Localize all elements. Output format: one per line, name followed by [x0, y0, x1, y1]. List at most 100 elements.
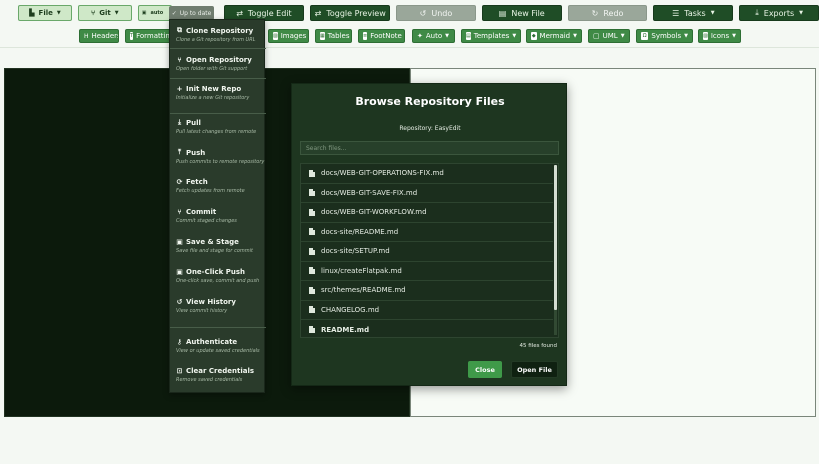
git-dropdown-menu: ⧉ Clone Repository Clone a Git repository… — [169, 19, 266, 393]
sync-icon: ⟳ — [176, 178, 183, 186]
repository-label: Repository: EasyEdit — [399, 125, 461, 132]
tables-button[interactable]: ▦ Tables — [315, 29, 352, 43]
file-menu-button[interactable]: ▙ File ▼ — [18, 5, 72, 21]
mode-icon: ▣ — [141, 10, 147, 16]
redo-button[interactable]: ↻ Redo — [567, 5, 648, 21]
menu-item-fetch[interactable]: ⟳ Fetch Fetch updates from remote — [170, 178, 266, 194]
exports-button[interactable]: ⤓ Exports ▼ — [739, 5, 819, 21]
sparkle-icon: ✦ — [417, 32, 423, 40]
file-icon: ▙ — [29, 9, 35, 17]
menu-item-open-repository[interactable]: ⑂ Open Repository Open folder with Git su… — [170, 56, 266, 72]
mermaid-icon: ◆ — [531, 32, 537, 40]
table-icon: ▦ — [320, 32, 325, 40]
images-button[interactable]: ▨ Images — [268, 29, 309, 43]
footnote-icon: ≡ — [363, 32, 368, 40]
chevron-down-icon: ▼ — [710, 10, 715, 16]
icons-button[interactable]: ▨ Icons ▼ — [698, 29, 741, 43]
swap-icon: ⇄ — [236, 8, 243, 18]
file-list-item[interactable]: CHANGELOG.md — [301, 301, 553, 320]
menu-item-push[interactable]: ⤒ Push Push commits to remote repository — [170, 148, 266, 165]
file-list-item[interactable]: docs-site/SETUP.md — [301, 242, 553, 262]
auto-button[interactable]: ✦ Auto ▼ — [412, 29, 455, 43]
redo-icon: ↻ — [591, 8, 599, 18]
git-branch-icon: ⑂ — [91, 9, 96, 17]
folder-git-icon: ⑂ — [177, 56, 182, 64]
download-icon: ⤓ — [177, 118, 182, 126]
clone-icon: ⧉ — [177, 26, 182, 34]
file-search-input[interactable] — [300, 141, 559, 155]
uml-icon: ▢ — [593, 32, 600, 40]
file-list-item[interactable]: README.md — [301, 320, 553, 337]
new-file-button[interactable]: ▤ New File — [481, 5, 562, 21]
menu-item-commit[interactable]: ⑂ Commit Commit staged changes — [170, 208, 266, 224]
file-icon — [309, 208, 315, 216]
file-icon — [309, 189, 315, 197]
file-list-item[interactable]: docs/WEB-GIT-WORKFLOW.md — [301, 203, 553, 223]
chevron-down-icon: ▼ — [684, 33, 688, 39]
chevron-down-icon: ▼ — [732, 33, 736, 39]
footnote-button[interactable]: ≡ FootNote — [358, 29, 405, 43]
menu-item-clear-credentials[interactable]: ⊡ Clear Credentials Remove saved credenti… — [170, 367, 266, 383]
template-icon: ▤ — [466, 32, 471, 40]
chevron-down-icon: ▼ — [445, 33, 449, 39]
chevron-down-icon: ▼ — [114, 10, 119, 16]
symbols-button[interactable]: Ω Symbols ▼ — [636, 29, 693, 43]
check-icon: ✓ — [171, 9, 177, 17]
scrollbar-thumb[interactable] — [554, 165, 557, 310]
file-list-item[interactable]: docs/WEB-GIT-OPERATIONS-FIX.md — [301, 164, 553, 184]
swap-icon: ⇄ — [314, 8, 322, 18]
file-list-item[interactable]: src/themes/README.md — [301, 281, 553, 301]
chevron-down-icon: ▼ — [573, 33, 577, 39]
uml-button[interactable]: ▢ UML ▼ — [588, 29, 630, 43]
file-icon — [309, 267, 315, 275]
toggle-preview-button[interactable]: ⇄ Toggle Preview — [310, 5, 391, 21]
main-toolbar: ▙ File ▼ ⑂ Git ▼ ▣ auto ⇄ Toggle Edit ⇄ … — [0, 0, 819, 26]
chevron-down-icon: ▼ — [799, 10, 803, 16]
headers-button[interactable]: H Headers — [79, 29, 119, 43]
formatting-button[interactable]: T Formatting — [125, 29, 171, 43]
file-list-scrollbar[interactable] — [554, 165, 557, 335]
upload-icon: ⤒ — [177, 148, 182, 156]
lock-icon: ⊡ — [176, 367, 183, 375]
menu-item-pull[interactable]: ⤓ Pull Pull latest changes from remote — [170, 118, 266, 135]
open-file-button[interactable]: Open File — [511, 361, 558, 378]
save-icon: ▣ — [176, 268, 183, 276]
chevron-down-icon: ▼ — [512, 33, 517, 39]
file-count: 45 files found — [519, 343, 557, 349]
menu-item-one-click-push[interactable]: ▣ One-Click Push One-click save, commit a… — [170, 268, 266, 284]
templates-button[interactable]: ▤ Templates ▼ — [461, 29, 521, 43]
save-icon: ▣ — [176, 238, 183, 246]
file-icon — [309, 326, 315, 334]
menu-item-clone-repository[interactable]: ⧉ Clone Repository Clone a Git repository… — [170, 26, 266, 43]
symbol-icon: Ω — [641, 32, 649, 40]
commit-icon: ⑂ — [177, 208, 182, 216]
insert-toolbar: H Headers T Formatting ▨ Images ▦ Tables… — [0, 27, 819, 45]
history-icon: ↺ — [176, 298, 183, 306]
file-list-item[interactable]: linux/createFlatpak.md — [301, 262, 553, 281]
file-icon — [309, 169, 315, 177]
git-menu-button[interactable]: ⑂ Git ▼ — [77, 5, 132, 21]
menu-item-save-stage[interactable]: ▣ Save & Stage Save file and stage for co… — [170, 238, 266, 254]
file-icon — [309, 306, 315, 314]
mermaid-button[interactable]: ◆ Mermaid ▼ — [526, 29, 582, 43]
tasks-button[interactable]: ☰ Tasks ▼ — [653, 5, 734, 21]
browse-repository-modal: Browse Repository Files Repository: Easy… — [291, 83, 567, 386]
file-list-item[interactable]: docs-site/README.md — [301, 223, 553, 242]
file-icon — [309, 286, 315, 294]
file-list: docs/WEB-GIT-OPERATIONS-FIX.md docs/WEB-… — [300, 163, 559, 338]
file-list-item[interactable]: docs/WEB-GIT-SAVE-FIX.md — [301, 184, 553, 203]
image-icon: ▨ — [273, 32, 278, 40]
plus-icon: + — [176, 85, 183, 93]
menu-item-view-history[interactable]: ↺ View History View commit history — [170, 298, 266, 314]
menu-item-init-new-repo[interactable]: + Init New Repo Initialize a new Git repo… — [170, 85, 266, 101]
toolbar-divider — [0, 47, 819, 48]
mode-toggle-button[interactable]: ▣ auto — [137, 5, 172, 21]
icons-icon: ▨ — [703, 32, 708, 40]
download-icon: ⤓ — [755, 8, 759, 17]
close-button[interactable]: Close — [468, 361, 502, 378]
tasks-icon: ☰ — [672, 8, 680, 18]
undo-button[interactable]: ↺ Undo — [396, 5, 476, 21]
git-status-badge: ✓ Up to date — [169, 6, 214, 20]
menu-item-authenticate[interactable]: ⚷ Authenticate View or update saved crede… — [170, 338, 266, 354]
key-icon: ⚷ — [176, 338, 183, 346]
